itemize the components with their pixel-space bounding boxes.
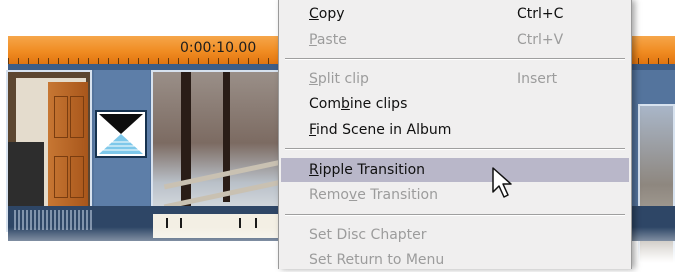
menu-item-find-scene[interactable]: Find Scene in Album — [281, 118, 629, 142]
menu-item-label: Set Return to Menu — [309, 252, 445, 268]
menu-item-label: Find Scene in Album — [309, 122, 452, 138]
context-menu: Copy Ctrl+C Paste Ctrl+V Split clip Inse… — [278, 0, 632, 269]
menu-item-set-return-to-menu[interactable]: Set Return to Menu — [281, 248, 629, 272]
menu-item-label: Paste — [309, 32, 347, 48]
menu-item-label: Remove Transition — [309, 187, 438, 203]
clip-thumbnail-door — [48, 82, 88, 218]
timecode-label: 0:00:10.00 — [180, 40, 257, 56]
menu-separator — [285, 214, 625, 216]
menu-item-label: Combine clips — [309, 96, 408, 112]
hourglass-transition-icon[interactable] — [95, 110, 147, 158]
menu-item-shortcut: Ctrl+V — [517, 32, 564, 48]
door-panel — [70, 156, 84, 198]
menu-item-label: Set Disc Chapter — [309, 227, 427, 243]
menu-item-label: Copy — [309, 6, 345, 22]
menu-item-shortcut: Insert — [517, 71, 558, 87]
menu-item-ripple-transition[interactable]: Ripple Transition — [281, 158, 629, 182]
menu-item-label: Ripple Transition — [309, 162, 426, 178]
mouse-pointer-icon — [492, 167, 512, 198]
door-panel — [54, 156, 68, 198]
menu-item-remove-transition[interactable]: Remove Transition — [281, 183, 629, 207]
door-panel — [70, 96, 84, 138]
menu-item-paste[interactable]: Paste Ctrl+V — [281, 28, 629, 52]
door-panel — [54, 96, 68, 138]
clip-thumbnail-tree — [223, 72, 230, 202]
menu-item-set-disc-chapter[interactable]: Set Disc Chapter — [281, 223, 629, 247]
menu-item-label: Split clip — [309, 71, 369, 87]
menu-item-split-clip[interactable]: Split clip Insert — [281, 67, 629, 91]
menu-separator — [285, 58, 625, 60]
menu-item-shortcut: Ctrl+C — [517, 6, 564, 22]
menu-separator — [285, 148, 625, 150]
menu-item-combine-clips[interactable]: Combine clips — [281, 92, 629, 116]
menu-item-copy[interactable]: Copy Ctrl+C — [281, 2, 629, 26]
